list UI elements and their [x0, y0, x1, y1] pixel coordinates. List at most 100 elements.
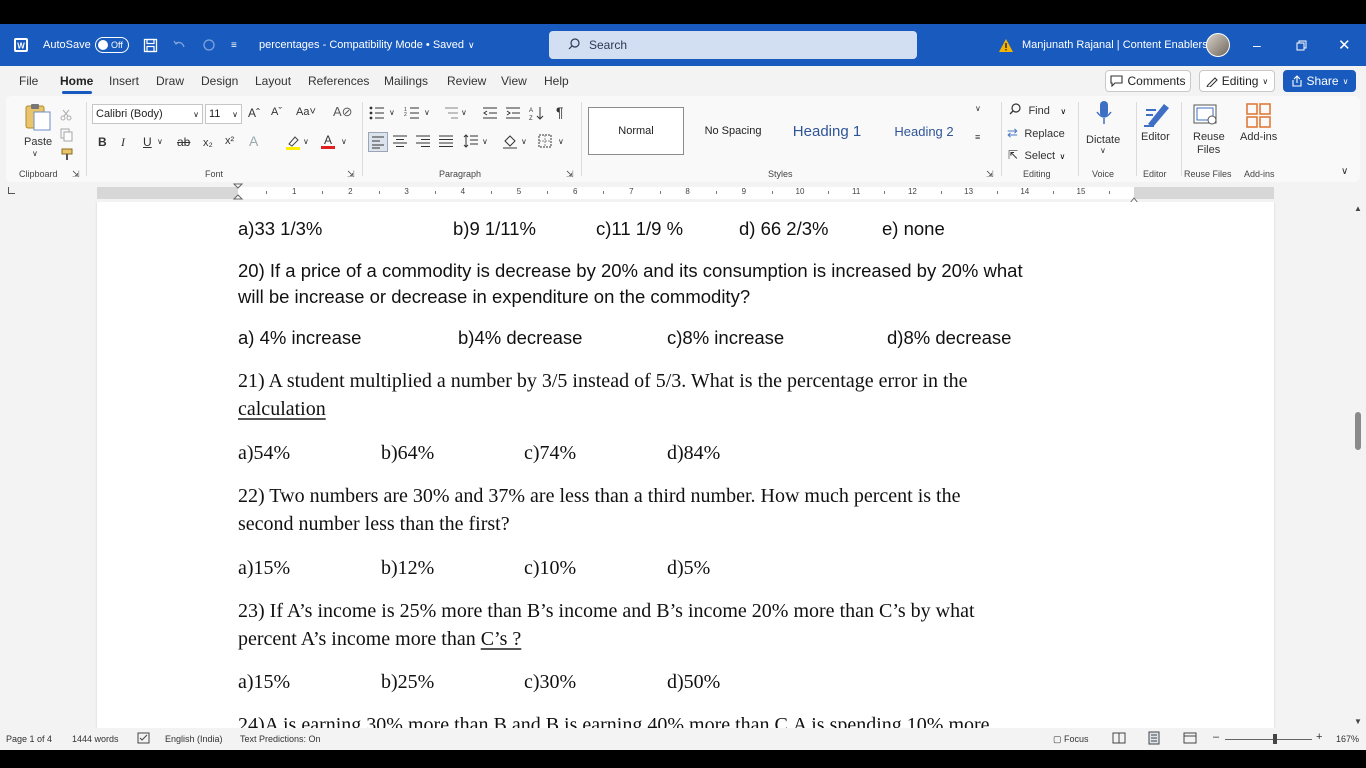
- restore-button[interactable]: [1296, 24, 1307, 66]
- zoom-slider[interactable]: [1225, 739, 1312, 740]
- italic-icon[interactable]: I: [121, 135, 125, 150]
- multilevel-list-icon[interactable]: [443, 106, 459, 125]
- customize-qat-icon[interactable]: ≡: [231, 24, 237, 66]
- font-size-dropdown[interactable]: 11 ∨: [205, 104, 242, 124]
- avatar[interactable]: [1206, 24, 1230, 66]
- close-button[interactable]: ✕: [1338, 24, 1351, 66]
- styles-gallery-more-icon[interactable]: ≡: [975, 132, 980, 142]
- dialog-launcher-icon[interactable]: ⇲: [566, 169, 574, 180]
- tab-help[interactable]: Help: [544, 74, 569, 88]
- dialog-launcher-icon[interactable]: ⇲: [347, 169, 355, 180]
- share-button[interactable]: Share ∨: [1283, 70, 1356, 92]
- chevron-down-icon[interactable]: ∨: [482, 137, 488, 146]
- print-layout-icon[interactable]: [1147, 731, 1161, 747]
- language[interactable]: English (India): [165, 734, 223, 744]
- align-left-icon[interactable]: [368, 132, 388, 152]
- shrink-font-icon[interactable]: Aˇ: [271, 106, 282, 118]
- editor-icon[interactable]: [1142, 100, 1172, 133]
- find-button[interactable]: Find ∨: [1009, 101, 1066, 119]
- pilcrow-icon[interactable]: ¶: [556, 104, 564, 120]
- minimize-button[interactable]: –: [1253, 24, 1261, 66]
- tab-file[interactable]: File: [19, 74, 38, 88]
- tab-view[interactable]: View: [501, 74, 527, 88]
- read-mode-icon[interactable]: [1112, 732, 1126, 746]
- strikethrough-icon[interactable]: ab: [177, 135, 190, 149]
- style-normal[interactable]: Normal: [588, 107, 684, 155]
- zoom-in-button[interactable]: +: [1316, 731, 1322, 743]
- chevron-down-icon[interactable]: ∨: [303, 137, 309, 146]
- document-page[interactable]: a)33 1/3% b)9 1/11% c)11 1/9 % d) 66 2/3…: [97, 202, 1274, 728]
- tab-mailings[interactable]: Mailings: [384, 74, 428, 88]
- tab-home[interactable]: Home: [60, 74, 93, 88]
- indent-markers[interactable]: [232, 183, 244, 201]
- numbering-icon[interactable]: 12: [404, 106, 420, 125]
- align-right-icon[interactable]: [415, 134, 431, 153]
- vertical-scrollbar[interactable]: ▲ ▼: [1350, 202, 1366, 728]
- right-indent-marker[interactable]: [1128, 192, 1140, 204]
- zoom-slider-thumb[interactable]: [1273, 734, 1277, 744]
- increase-indent-icon[interactable]: [505, 106, 521, 125]
- change-case-icon[interactable]: Aa˅: [296, 106, 316, 118]
- add-ins-icon[interactable]: [1246, 103, 1272, 134]
- borders-icon[interactable]: [538, 134, 552, 153]
- tab-review[interactable]: Review: [447, 74, 486, 88]
- warning-icon[interactable]: [998, 24, 1014, 66]
- microphone-icon[interactable]: [1094, 100, 1114, 133]
- autosave-toggle[interactable]: Off: [95, 24, 129, 66]
- align-center-icon[interactable]: [392, 134, 408, 153]
- editing-mode-button[interactable]: Editing ∨: [1199, 70, 1275, 92]
- text-predictions[interactable]: Text Predictions: On: [240, 734, 321, 744]
- dialog-launcher-icon[interactable]: ⇲: [72, 169, 80, 180]
- sort-icon[interactable]: AZ: [529, 105, 545, 126]
- bullets-icon[interactable]: [369, 106, 385, 125]
- styles-gallery-down-icon[interactable]: ∨: [975, 104, 981, 113]
- save-icon[interactable]: [143, 24, 158, 66]
- search-box[interactable]: Search: [549, 31, 917, 59]
- highlight-icon[interactable]: [285, 134, 301, 155]
- scroll-up-icon[interactable]: ▲: [1354, 204, 1362, 213]
- font-name-dropdown[interactable]: Calibri (Body) ∨: [92, 104, 203, 124]
- justify-icon[interactable]: [438, 134, 454, 153]
- style-no-spacing[interactable]: No Spacing: [688, 107, 778, 155]
- line-spacing-icon[interactable]: [463, 133, 479, 154]
- editor-button[interactable]: Editor: [1141, 131, 1170, 143]
- decrease-indent-icon[interactable]: [482, 106, 498, 125]
- tab-design[interactable]: Design: [201, 74, 238, 88]
- chevron-down-icon[interactable]: ∨: [461, 108, 467, 117]
- doc-title[interactable]: percentages - Compatibility Mode • Saved…: [259, 24, 475, 66]
- undo-icon[interactable]: [172, 24, 186, 66]
- page-count[interactable]: Page 1 of 4: [6, 734, 52, 744]
- tab-insert[interactable]: Insert: [109, 74, 139, 88]
- text-effects-icon[interactable]: A: [249, 133, 258, 149]
- subscript-icon[interactable]: x₂: [203, 137, 213, 149]
- chevron-down-icon[interactable]: ∨: [424, 108, 430, 117]
- clear-formatting-icon[interactable]: A⊘: [333, 104, 353, 120]
- chevron-down-icon[interactable]: ∨: [1100, 146, 1106, 155]
- tab-selector-icon[interactable]: [8, 187, 15, 194]
- paste-label[interactable]: Paste: [24, 136, 52, 148]
- grow-font-icon[interactable]: Aˆ: [248, 106, 260, 120]
- word-count[interactable]: 1444 words: [72, 734, 119, 744]
- word-app-icon[interactable]: W: [13, 24, 29, 66]
- reuse-label-2[interactable]: Files: [1197, 144, 1220, 156]
- chevron-down-icon[interactable]: ∨: [521, 137, 527, 146]
- chevron-down-icon[interactable]: ∨: [157, 137, 163, 146]
- web-layout-icon[interactable]: [1183, 732, 1197, 746]
- underline-icon[interactable]: U: [143, 135, 152, 149]
- scrollbar-thumb[interactable]: [1355, 412, 1361, 450]
- scroll-down-icon[interactable]: ▼: [1354, 717, 1362, 726]
- replace-button[interactable]: ⇄ Replace: [1007, 124, 1065, 142]
- tab-references[interactable]: References: [308, 74, 369, 88]
- chevron-down-icon[interactable]: ∨: [558, 137, 564, 146]
- bold-icon[interactable]: B: [98, 135, 107, 149]
- copy-icon[interactable]: [60, 128, 74, 147]
- superscript-icon[interactable]: x²: [225, 135, 234, 147]
- paste-icon[interactable]: [22, 102, 52, 137]
- add-ins-button[interactable]: Add-ins: [1240, 131, 1277, 143]
- comments-button[interactable]: Comments: [1105, 70, 1191, 92]
- format-painter-icon[interactable]: [60, 148, 74, 167]
- redo-icon[interactable]: [202, 24, 216, 66]
- user-name[interactable]: Manjunath Rajanal | Content Enablers: [1022, 24, 1208, 66]
- dialog-launcher-icon[interactable]: ⇲: [986, 169, 994, 180]
- reuse-label-1[interactable]: Reuse: [1193, 131, 1225, 143]
